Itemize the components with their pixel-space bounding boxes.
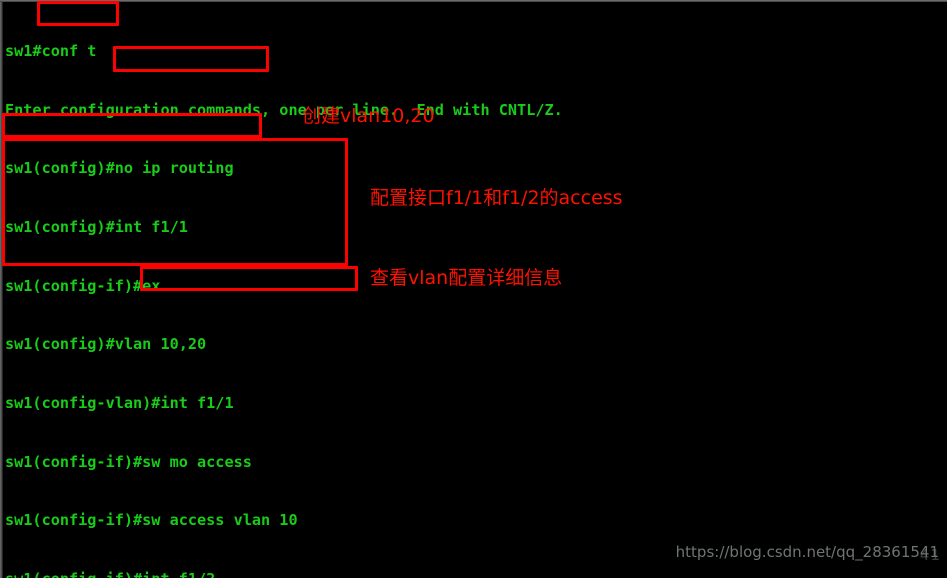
note-config-access: 配置接口f1/1和f1/2的access: [370, 187, 623, 209]
terminal-output[interactable]: sw1#conf t Enter configuration commands,…: [5, 3, 945, 578]
note-create-vlan: 创建vlan10,20: [302, 105, 435, 127]
terminal-line: sw1(config-if)#sw access vlan 10: [5, 511, 298, 530]
terminal-line: sw1(config-if)#sw mo access: [5, 452, 252, 471]
terminal-line: sw1(config-if)#int f1/2: [5, 570, 945, 578]
window-left-bevel: [0, 0, 3, 578]
watermark-url: https://blog.csdn.net/qq_28361541: [675, 543, 939, 561]
terminal-window: sw1#conf t Enter configuration commands,…: [0, 0, 947, 578]
terminal-line: sw1(config)#no ip routing: [5, 159, 234, 178]
watermark-overlay: 41: [919, 546, 941, 564]
terminal-line: sw1(config-vlan)#int f1/1: [5, 393, 234, 412]
terminal-line: sw1(config)#vlan 10,20: [5, 335, 207, 354]
terminal-line: Enter configuration commands, one per li…: [5, 100, 563, 119]
csdn-watermark: https://blog.csdn.net/qq_28361541 41: [675, 543, 941, 564]
note-show-vlan: 查看vlan配置详细信息: [370, 267, 563, 289]
terminal-line: sw1#conf t: [5, 42, 97, 61]
terminal-line: sw1(config)#int f1/1: [5, 218, 188, 237]
window-top-bevel: [0, 0, 947, 2]
